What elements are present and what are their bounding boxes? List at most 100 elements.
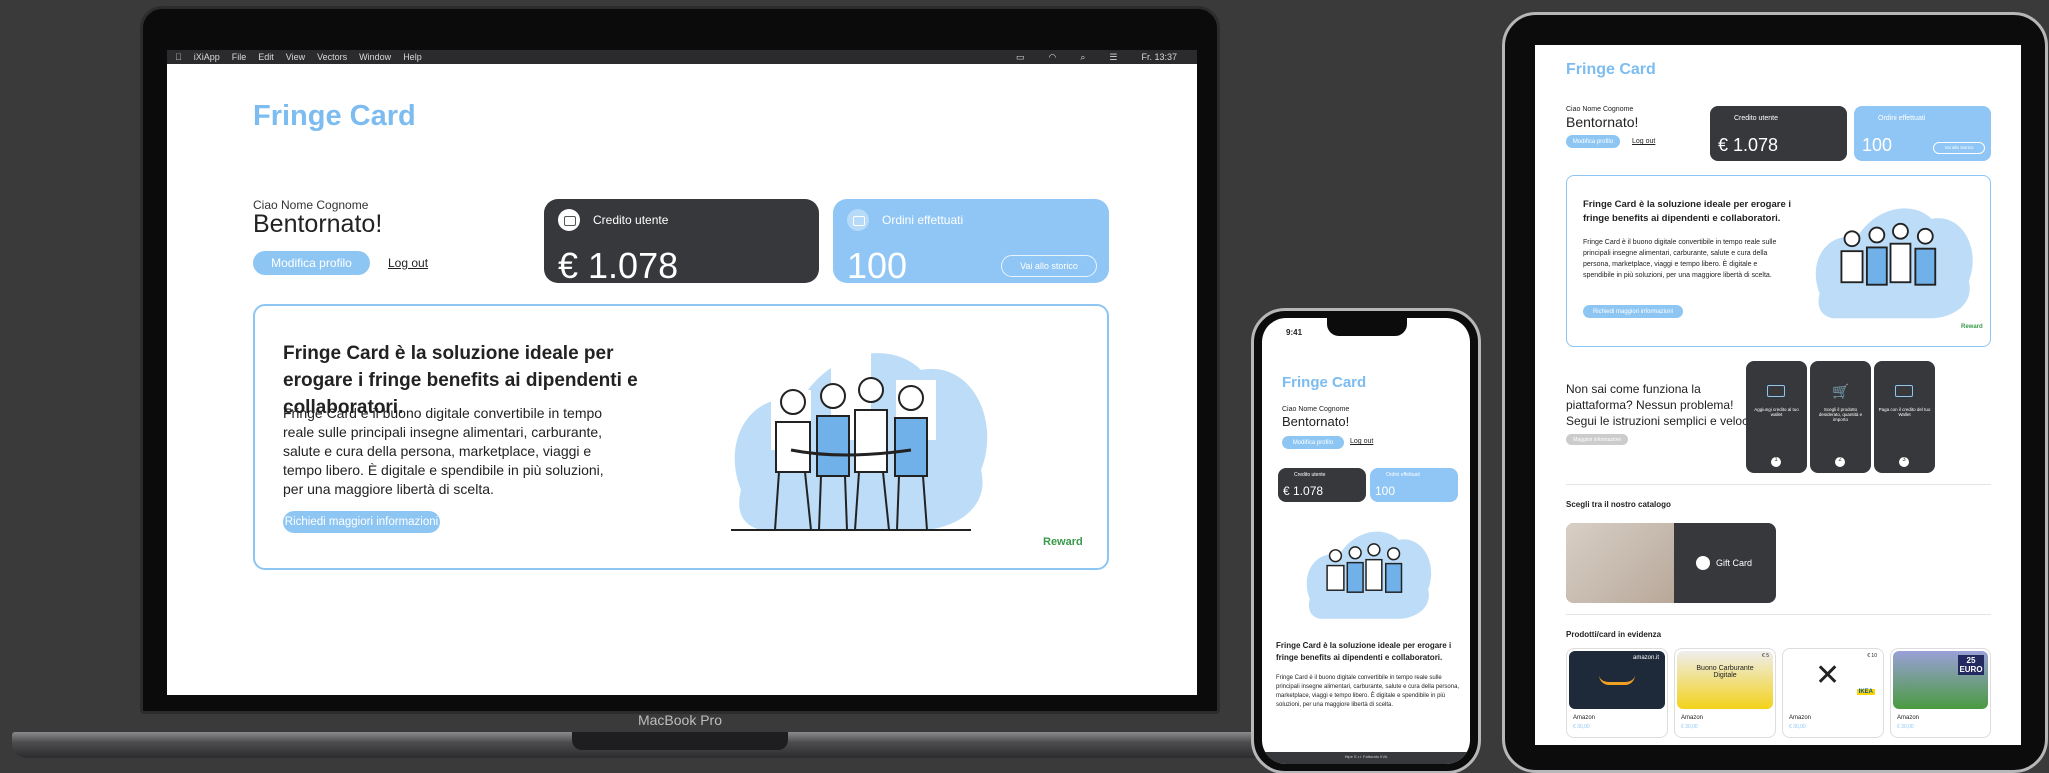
product-price: € 30,00 xyxy=(1897,724,1914,730)
tablet-reward-logo: Reward xyxy=(1961,324,1983,330)
tablet-hero-headline: Fringe Card è la soluzione ideale per er… xyxy=(1583,199,1792,224)
tablet-orders-card: Ordini effettuati 100 Vai allo storico xyxy=(1854,106,1991,161)
phone-headline: Fringe Card è la soluzione ideale per er… xyxy=(1276,641,1452,662)
history-button[interactable]: Vai allo storico xyxy=(1001,255,1097,277)
product-image: Buono Carburante Digitale € 5 xyxy=(1677,651,1773,709)
product-name: Amazon xyxy=(1897,715,1920,721)
giftcard-photo xyxy=(1566,523,1674,603)
phone-screen: 9:41 Fringe Card Ciao Nome Cognome Bento… xyxy=(1262,318,1470,764)
phone-orders-title: Ordini effettuati xyxy=(1386,472,1420,478)
reward-logo: Reward xyxy=(1043,536,1083,548)
step-text-2: Scegli il prodotto desiderato, quantità … xyxy=(1818,407,1863,422)
tablet-orders-title: Ordini effettuati xyxy=(1878,115,1926,122)
divider xyxy=(1566,614,1991,615)
phone-time: 9:41 xyxy=(1286,328,1303,337)
product-brand: IKEA xyxy=(1856,689,1875,695)
tablet-hero-description: Fringe Card è il buono digitale converti… xyxy=(1583,239,1777,279)
step-card-3: Paga con il credito del tuo Wallet 3 xyxy=(1874,361,1935,473)
tablet-history-button[interactable]: Vai allo storico xyxy=(1933,142,1985,154)
giftcard-tile[interactable]: Gift Card xyxy=(1566,523,1776,603)
product-name: Amazon xyxy=(1681,715,1704,721)
tablet-welcome: Bentornato! xyxy=(1566,114,1639,130)
product-card[interactable]: Buono Carburante Digitale € 5 Amazon € 3… xyxy=(1674,648,1776,738)
wifi-icon[interactable]: ◠ xyxy=(1048,52,1056,63)
tablet-howto-button[interactable]: Maggiori informazioni xyxy=(1566,434,1628,445)
logout-link[interactable]: Log out xyxy=(388,256,428,270)
credit-card: Credito utente € 1.078 xyxy=(544,199,819,286)
tablet-more-info-button[interactable]: Richiedi maggiori informazioni xyxy=(1583,305,1683,318)
product-name: Amazon xyxy=(1789,715,1812,721)
phone-logout[interactable]: Log out xyxy=(1350,438,1373,445)
divider xyxy=(1566,484,1991,485)
product-image: 25 EURO xyxy=(1893,651,1988,709)
tablet-brand-logo[interactable]: Fringe Card xyxy=(1566,61,1656,79)
featured-title: Prodotti/card in evidenza xyxy=(1566,630,1662,639)
product-name: Amazon xyxy=(1573,715,1596,721)
team-illustration xyxy=(731,350,988,531)
product-price: € 30,00 xyxy=(1789,724,1806,730)
tablet-team-illustration xyxy=(1815,208,1973,319)
edit-profile-button[interactable]: Modifica profilo xyxy=(253,251,370,275)
catalog-title: Scegli tra il nostro catalogo xyxy=(1566,500,1671,509)
amazon-smile-icon xyxy=(1599,675,1635,685)
product-price: € 30,00 xyxy=(1573,724,1590,730)
product-tag: € 5 xyxy=(1762,653,1769,659)
product-image: ✕ IKEA € 10 xyxy=(1785,651,1881,709)
search-icon[interactable]: ⌕ xyxy=(1080,52,1085,63)
cart-icon: 🛒 xyxy=(1832,383,1850,399)
product-card[interactable]: 25 EURO Amazon € 30,00 xyxy=(1890,648,1991,738)
card-icon xyxy=(1895,385,1913,397)
phone-brand-logo[interactable]: Fringe Card xyxy=(1282,374,1366,391)
device-label: MacBook Pro xyxy=(637,712,723,728)
phone-credit-value: € 1.078 xyxy=(1283,484,1324,498)
orders-value: 100 xyxy=(847,245,908,286)
laptop-hinge xyxy=(572,732,788,750)
menu-file[interactable]: File xyxy=(232,52,247,62)
welcome-title: Bentornato! xyxy=(253,210,383,238)
phone-credit-card: Credito utente € 1.078 xyxy=(1278,468,1366,502)
mac-menubar:  iXiApp File Edit View Vectors Window H… xyxy=(167,50,1197,64)
battery-icon[interactable]: ▭ xyxy=(1016,52,1025,63)
brand-logo[interactable]: Fringe Card xyxy=(253,100,416,133)
step-card-1: Aggiungi credito al tuo wallet 1 xyxy=(1746,361,1807,473)
product-card[interactable]: ✕ IKEA € 10 Amazon € 30,00 xyxy=(1782,648,1884,738)
step-text-1: Aggiungi credito al tuo wallet xyxy=(1754,407,1799,417)
wallet-icon xyxy=(558,209,580,231)
gift-bow-icon: ✕ xyxy=(1815,659,1841,692)
product-image: amazon.it xyxy=(1569,651,1665,709)
control-center-icon[interactable]: ☰ xyxy=(1109,52,1117,63)
phone-team-illustration xyxy=(1306,531,1432,619)
menubar-clock: Fr. 13:37 xyxy=(1141,51,1177,62)
phone-footer: Hipe S.r.l. Fatturato IIVA xyxy=(1262,752,1470,764)
product-brand: 25 EURO xyxy=(1958,655,1984,675)
tablet-greeting: Ciao Nome Cognome xyxy=(1566,106,1634,113)
product-brand: Buono Carburante Digitale xyxy=(1696,665,1754,679)
menu-help[interactable]: Help xyxy=(403,52,422,62)
gift-icon xyxy=(1696,556,1710,570)
hero-description: Fringe Card è il buono digitale converti… xyxy=(283,405,604,497)
tablet-edit-profile[interactable]: Modifica profilo xyxy=(1566,135,1620,148)
more-info-button[interactable]: Richiedi maggiori informazioni xyxy=(283,511,440,533)
product-tag: € 10 xyxy=(1867,653,1877,659)
phone-credit-title: Credito utente xyxy=(1294,472,1326,478)
product-card[interactable]: amazon.it Amazon € 30,00 xyxy=(1566,648,1668,738)
step-num-2: 2 xyxy=(1835,457,1845,467)
tablet-logout[interactable]: Log out xyxy=(1632,138,1655,145)
menu-view[interactable]: View xyxy=(286,52,305,62)
menu-app[interactable]: iXiApp xyxy=(194,52,220,62)
step-num-1: 1 xyxy=(1771,457,1781,467)
wallet-icon xyxy=(1767,385,1785,397)
apple-icon[interactable]:  xyxy=(175,52,182,62)
menu-window[interactable]: Window xyxy=(359,52,391,62)
phone-description: Fringe Card è il buono digitale converti… xyxy=(1276,675,1460,708)
phone-orders-value: 100 xyxy=(1375,484,1396,498)
phone-welcome: Bentornato! xyxy=(1282,414,1350,429)
orders-card: Ordini effettuati 100 Vai allo storico xyxy=(833,199,1109,286)
phone-edit-profile[interactable]: Modifica profilo xyxy=(1282,436,1344,449)
tablet-hero-box: Fringe Card è la soluzione ideale per er… xyxy=(1566,175,1991,347)
menu-vectors[interactable]: Vectors xyxy=(317,52,347,62)
credit-title: Credito utente xyxy=(593,213,669,227)
tablet-credit-value: € 1.078 xyxy=(1718,135,1779,155)
tablet-credit-title: Credito utente xyxy=(1734,115,1778,122)
menu-edit[interactable]: Edit xyxy=(258,52,274,62)
